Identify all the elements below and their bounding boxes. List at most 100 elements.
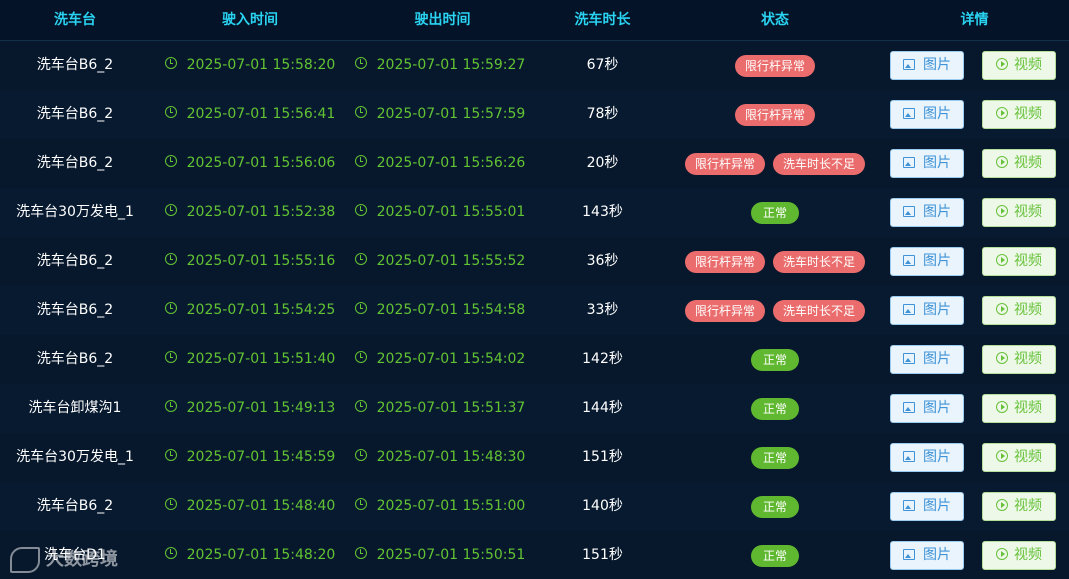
duration-cell: 142秒 [582,351,623,367]
video-button-label: 视频 [1014,57,1042,73]
clock-icon [164,302,177,314]
image-button[interactable]: 图片 [890,247,964,276]
image-button[interactable]: 图片 [890,492,964,521]
table-row: 洗车台B6_2 2025-07-01 15:54:25 2025-07-01 15:… [0,286,1069,336]
picture-icon [903,352,915,364]
image-button-label: 图片 [923,449,951,465]
duration-cell: 143秒 [582,204,623,220]
image-button-label: 图片 [923,253,951,269]
exit-time-text: 2025-07-01 15:51:00 [376,498,526,514]
clock-icon [354,57,367,69]
exit-time-cell: 2025-07-01 15:59:27 [340,41,540,90]
station-cell: 洗车台30万发电_1 [16,204,134,220]
image-button[interactable]: 图片 [890,51,964,80]
station-cell: 洗车台B6_2 [36,57,114,73]
entry-time-cell: 2025-07-01 15:45:59 [150,433,350,482]
clock-icon [164,547,177,559]
video-button-label: 视频 [1014,498,1042,514]
header-entry-time: 驶入时间 [222,12,278,28]
image-button[interactable]: 图片 [890,100,964,129]
exit-time-text: 2025-07-01 15:54:58 [376,302,526,318]
duration-cell: 151秒 [582,449,623,465]
exit-time-text: 2025-07-01 15:56:26 [376,155,526,171]
exit-time-text: 2025-07-01 15:51:37 [376,400,526,416]
entry-time-text: 2025-07-01 15:45:59 [186,449,336,465]
video-button[interactable]: 视频 [982,100,1056,129]
clock-icon [354,106,367,118]
play-icon [996,58,1008,70]
play-icon [996,499,1008,511]
image-button-label: 图片 [923,547,951,563]
picture-icon [903,548,915,560]
video-button-label: 视频 [1014,351,1042,367]
video-button-label: 视频 [1014,547,1042,563]
entry-time-text: 2025-07-01 15:51:40 [186,351,336,367]
status-cell: 限行杆异常 [675,41,875,90]
clock-icon [354,498,367,510]
station-cell: 洗车台卸煤沟1 [28,400,122,416]
duration-cell: 78秒 [586,106,619,122]
status-badge: 正常 [750,348,799,371]
status-badge: 正常 [750,495,799,518]
video-button[interactable]: 视频 [982,247,1056,276]
exit-time-text: 2025-07-01 15:59:27 [376,57,526,73]
exit-time-cell: 2025-07-01 15:56:26 [340,139,540,188]
clock-icon [164,498,177,510]
entry-time-cell: 2025-07-01 15:56:41 [150,90,350,139]
duration-cell: 140秒 [582,498,623,514]
duration-cell: 20秒 [586,155,619,171]
status-badge: 正常 [750,544,799,567]
image-button-label: 图片 [923,302,951,318]
status-cell: 正常 [675,433,875,482]
entry-time-cell: 2025-07-01 15:58:20 [150,41,350,90]
video-button[interactable]: 视频 [982,296,1056,325]
play-icon [996,205,1008,217]
status-cell: 正常 [675,335,875,384]
table-row: 洗车台B6_2 2025-07-01 15:56:41 2025-07-01 15:… [0,90,1069,140]
image-button[interactable]: 图片 [890,149,964,178]
image-button[interactable]: 图片 [890,198,964,227]
clock-icon [354,253,367,265]
play-icon [996,548,1008,560]
exit-time-text: 2025-07-01 15:48:30 [376,449,526,465]
picture-icon [903,401,915,413]
video-button[interactable]: 视频 [982,345,1056,374]
table-row: 洗车台B6_2 2025-07-01 15:58:20 2025-07-01 15:… [0,41,1069,91]
status-cell: 限行杆异常 [675,90,875,139]
table-row: 洗车台B6_2 2025-07-01 15:56:06 2025-07-01 15:… [0,139,1069,189]
watermark-logo-icon [10,547,40,573]
video-button[interactable]: 视频 [982,443,1056,472]
status-badge: 洗车时长不足 [773,250,866,273]
clock-icon [164,155,177,167]
table-row: 洗车台卸煤沟1 2025-07-01 15:49:13 2025-07-01 15:… [0,384,1069,434]
clock-icon [354,400,367,412]
video-button[interactable]: 视频 [982,394,1056,423]
image-button[interactable]: 图片 [890,296,964,325]
status-badge: 限行杆异常 [684,152,765,175]
header-status: 状态 [761,12,789,28]
entry-time-cell: 2025-07-01 15:55:16 [150,237,350,286]
exit-time-text: 2025-07-01 15:57:59 [376,106,526,122]
image-button[interactable]: 图片 [890,443,964,472]
image-button[interactable]: 图片 [890,345,964,374]
entry-time-cell: 2025-07-01 15:52:38 [150,188,350,237]
duration-cell: 144秒 [582,400,623,416]
station-cell: 洗车台30万发电_1 [16,449,134,465]
clock-icon [164,253,177,265]
entry-time-text: 2025-07-01 15:54:25 [186,302,336,318]
table-row: 洗车台B6_2 2025-07-01 15:48:40 2025-07-01 15:… [0,482,1069,532]
video-button-label: 视频 [1014,106,1042,122]
video-button[interactable]: 视频 [982,51,1056,80]
entry-time-text: 2025-07-01 15:56:41 [186,106,336,122]
clock-icon [164,57,177,69]
video-button[interactable]: 视频 [982,149,1056,178]
image-button[interactable]: 图片 [890,541,964,570]
video-button[interactable]: 视频 [982,541,1056,570]
video-button[interactable]: 视频 [982,198,1056,227]
table-row: 洗车台D1 2025-07-01 15:48:20 2025-07-01 15:50… [0,531,1069,579]
exit-time-cell: 2025-07-01 15:50:51 [340,531,540,579]
image-button-label: 图片 [923,498,951,514]
image-button[interactable]: 图片 [890,394,964,423]
video-button[interactable]: 视频 [982,492,1056,521]
exit-time-cell: 2025-07-01 15:55:01 [340,188,540,237]
